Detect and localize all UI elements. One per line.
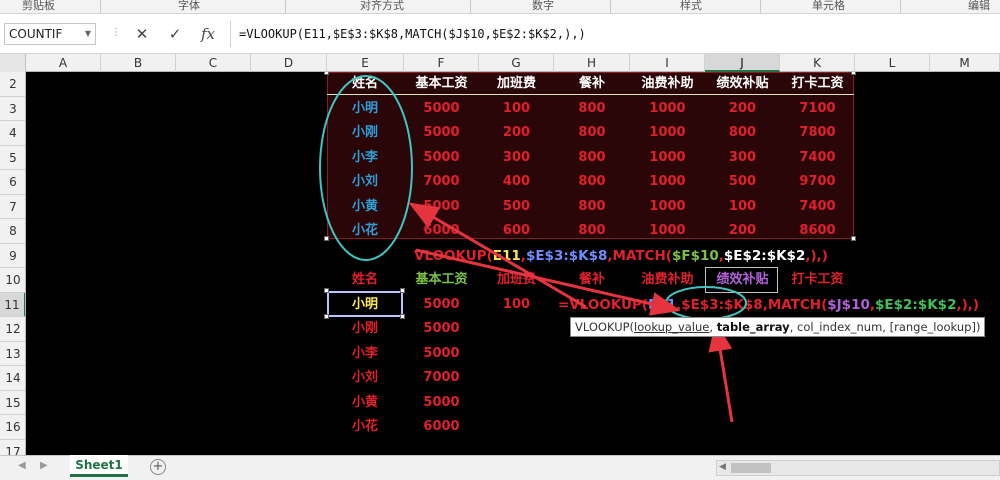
- column-headers: A B C D E F G H I J K L M: [0, 54, 1000, 72]
- name-box[interactable]: COUNTIF ▼: [4, 23, 96, 45]
- ribbon-divider: [470, 0, 471, 13]
- ribbon-group-styles: 样式: [680, 0, 702, 12]
- row-header-8[interactable]: 8: [0, 219, 25, 244]
- ribbon-divider: [760, 0, 761, 13]
- column-header-m[interactable]: M: [930, 54, 1000, 72]
- row-header-10[interactable]: 10: [0, 268, 25, 293]
- column-header-j[interactable]: J: [705, 54, 780, 72]
- tooltip-sep: ,: [882, 320, 890, 334]
- tooltip-fn: VLOOKUP(: [575, 320, 635, 334]
- prev-sheet-icon[interactable]: ◀: [18, 460, 26, 471]
- scrollbar-thumb[interactable]: [731, 463, 771, 473]
- formula-input[interactable]: =VLOOKUP(E11,$E$3:$K$8,MATCH($J$10,$E$2:…: [230, 21, 996, 47]
- ribbon-group-clipboard: 剪贴板: [22, 0, 55, 12]
- ribbon-group-alignment: 对齐方式: [360, 0, 404, 12]
- tooltip-end: ): [975, 320, 981, 334]
- row-header-7[interactable]: 7: [0, 195, 25, 219]
- column-header-h[interactable]: H: [554, 54, 630, 72]
- row-header-12[interactable]: 12: [0, 317, 25, 342]
- column-header-b[interactable]: B: [101, 54, 176, 72]
- cancel-button[interactable]: ✕: [131, 23, 153, 45]
- select-all-corner[interactable]: [0, 54, 26, 72]
- scroll-left-icon[interactable]: ◀: [719, 462, 726, 472]
- worksheet-grid[interactable]: 姓名 基本工资 加班费 餐补 油费补助 绩效补贴 打卡工资 小明 5000 10…: [26, 72, 1000, 455]
- row-header-2[interactable]: 2: [0, 72, 25, 97]
- sheet-tab-sheet1[interactable]: Sheet1: [70, 455, 128, 477]
- ribbon-divider: [100, 0, 101, 13]
- row-header-17[interactable]: 17: [0, 440, 25, 456]
- grip-dots-icon: ⋮: [111, 27, 121, 38]
- tooltip-arg-lookup-value[interactable]: lookup_value: [634, 320, 709, 334]
- column-header-l[interactable]: L: [855, 54, 930, 72]
- ribbon-divider: [610, 0, 611, 13]
- insert-function-button[interactable]: fx: [197, 23, 219, 45]
- column-header-c[interactable]: C: [176, 54, 251, 72]
- names-ellipse: [319, 75, 413, 261]
- row-header-3[interactable]: 3: [0, 97, 25, 121]
- ribbon-group-editing: 编辑: [968, 0, 990, 12]
- ribbon-group-cells: 单元格: [812, 0, 845, 12]
- row-header-13[interactable]: 13: [0, 342, 25, 366]
- table-array-ellipse: [665, 286, 747, 320]
- add-sheet-button[interactable]: +: [150, 459, 166, 475]
- row-header-11[interactable]: 11: [0, 292, 25, 317]
- column-header-a[interactable]: A: [26, 54, 101, 72]
- row-headers: 2 3 4 5 6 7 8 9 10 11 12 13 14 15 16 17: [0, 72, 26, 455]
- row-header-16[interactable]: 16: [0, 415, 25, 440]
- sheet-tab-bar: ◀ ▶ Sheet1 + ◀: [0, 455, 1000, 480]
- column-header-g[interactable]: G: [479, 54, 554, 72]
- column-header-e[interactable]: E: [327, 54, 404, 72]
- arrow-to-formula: [415, 248, 681, 316]
- ribbon-divider: [900, 0, 901, 13]
- horizontal-scrollbar[interactable]: ◀: [716, 460, 1000, 476]
- tooltip-sep: ,: [709, 320, 717, 334]
- ribbon-group-number: 数字: [532, 0, 554, 12]
- row-header-6[interactable]: 6: [0, 170, 25, 195]
- row-header-9[interactable]: 9: [0, 244, 25, 268]
- ribbon-group-font: 字体: [178, 0, 200, 12]
- next-sheet-icon[interactable]: ▶: [40, 460, 48, 471]
- row-header-5[interactable]: 5: [0, 146, 25, 170]
- arrow-to-table-array: [708, 321, 734, 423]
- column-header-f[interactable]: F: [404, 54, 479, 72]
- column-header-i[interactable]: I: [630, 54, 705, 72]
- column-header-d[interactable]: D: [251, 54, 327, 72]
- tooltip-arg-table-array[interactable]: table_array: [717, 320, 790, 334]
- tooltip-sep: ,: [789, 320, 797, 334]
- enter-button[interactable]: ✓: [164, 23, 186, 45]
- tooltip-arg-range-lookup[interactable]: [range_lookup]: [890, 320, 976, 334]
- row-header-4[interactable]: 4: [0, 121, 25, 146]
- tooltip-arg-col-index[interactable]: col_index_num: [797, 320, 882, 334]
- formula-bar: COUNTIF ▼ ⋮ ✕ ✓ fx =VLOOKUP(E11,$E$3:$K$…: [0, 14, 1000, 54]
- annotation-overlay: [319, 75, 747, 423]
- function-tooltip: VLOOKUP(lookup_value, table_array, col_i…: [570, 317, 986, 337]
- row-header-15[interactable]: 15: [0, 391, 25, 415]
- ribbon-group-labels: 剪贴板 字体 对齐方式 数字 样式 单元格 编辑: [0, 0, 1000, 14]
- name-box-value: COUNTIF: [9, 27, 63, 41]
- ribbon-divider: [285, 0, 286, 13]
- row-header-14[interactable]: 14: [0, 366, 25, 391]
- chevron-down-icon[interactable]: ▼: [85, 24, 91, 44]
- column-header-k[interactable]: K: [780, 54, 855, 72]
